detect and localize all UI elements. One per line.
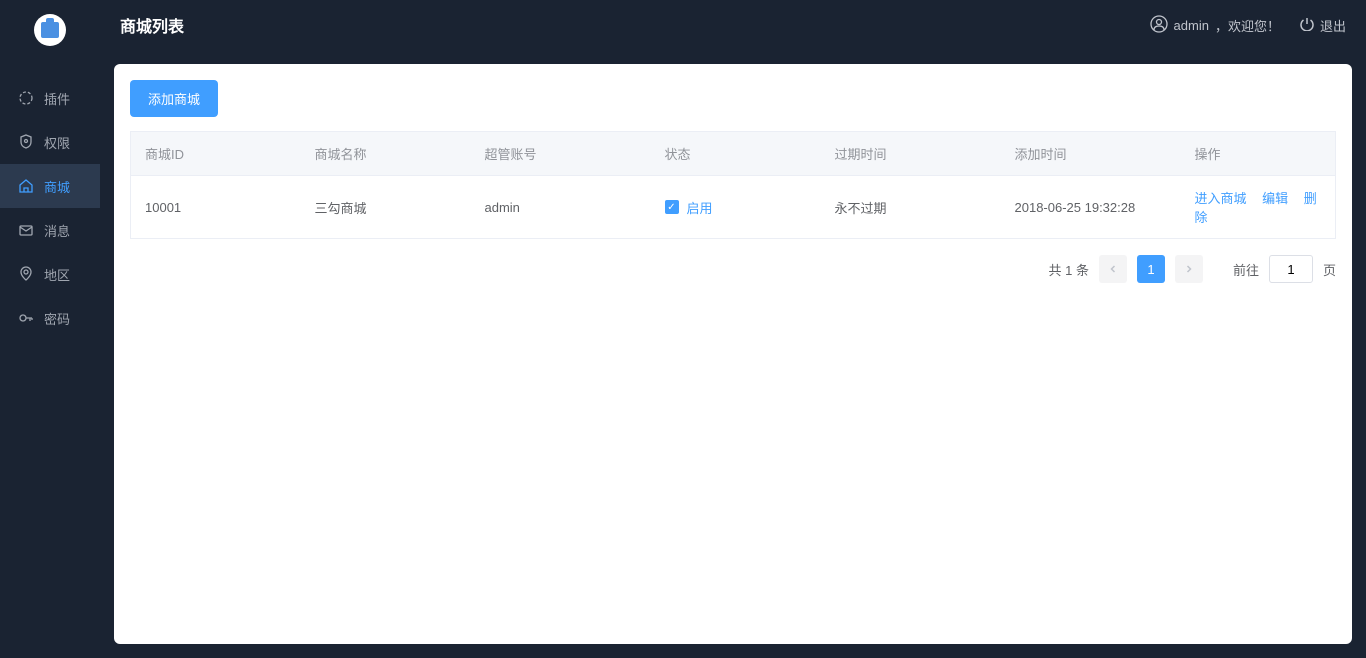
- location-icon: [18, 266, 34, 282]
- page-1-button[interactable]: 1: [1137, 255, 1165, 283]
- edit-link[interactable]: 编辑: [1262, 191, 1288, 206]
- header-right: admin ，欢迎您！ 退出: [1150, 15, 1346, 36]
- plugin-icon: [18, 90, 34, 106]
- status-checkbox[interactable]: ✓: [665, 200, 679, 214]
- next-page-button[interactable]: [1175, 255, 1203, 283]
- add-mall-button[interactable]: 添加商城: [130, 80, 218, 117]
- th-expire: 过期时间: [821, 132, 1001, 176]
- table-header-row: 商城ID 商城名称 超管账号 状态 过期时间 添加时间 操作: [131, 132, 1336, 176]
- cell-expire: 永不过期: [821, 176, 1001, 239]
- chevron-right-icon: [1184, 264, 1194, 274]
- sidebar-label: 消息: [44, 221, 70, 240]
- header: 商城列表 admin ，欢迎您！ 退出: [100, 0, 1366, 50]
- sidebar: 插件 权限 商城 消息 地区: [0, 0, 100, 658]
- th-action: 操作: [1181, 132, 1336, 176]
- sidebar-label: 密码: [44, 309, 70, 328]
- power-icon: [1300, 17, 1314, 34]
- sidebar-item-password[interactable]: 密码: [0, 296, 100, 340]
- sidebar-label: 插件: [44, 89, 70, 108]
- mall-table: 商城ID 商城名称 超管账号 状态 过期时间 添加时间 操作 10001 三勾商…: [130, 131, 1336, 239]
- card: 添加商城 商城ID 商城名称 超管账号 状态 过期时间 添加时间 操作: [114, 64, 1352, 644]
- sidebar-item-region[interactable]: 地区: [0, 252, 100, 296]
- th-addtime: 添加时间: [1001, 132, 1181, 176]
- th-account: 超管账号: [471, 132, 651, 176]
- page-input[interactable]: [1269, 255, 1313, 283]
- key-icon: [18, 310, 34, 326]
- welcome-text: ，欢迎您！: [1215, 16, 1280, 35]
- sidebar-label: 地区: [44, 265, 70, 284]
- cell-account: admin: [471, 176, 651, 239]
- username: admin: [1174, 18, 1209, 33]
- sidebar-item-mall[interactable]: 商城: [0, 164, 100, 208]
- chevron-left-icon: [1108, 264, 1118, 274]
- logo[interactable]: [34, 14, 66, 46]
- cell-actions: 进入商城 编辑 删除: [1181, 176, 1336, 239]
- user-info[interactable]: admin ，欢迎您！: [1150, 15, 1280, 36]
- user-icon: [1150, 15, 1168, 36]
- prev-page-button[interactable]: [1099, 255, 1127, 283]
- cell-name: 三勾商城: [301, 176, 471, 239]
- mail-icon: [18, 222, 34, 238]
- main: 商城列表 admin ，欢迎您！ 退出 添加商城: [100, 0, 1366, 658]
- cell-addtime: 2018-06-25 19:32:28: [1001, 176, 1181, 239]
- pagination-total: 共 1 条: [1049, 260, 1089, 279]
- page-title: 商城列表: [120, 13, 1150, 37]
- content-area: 添加商城 商城ID 商城名称 超管账号 状态 过期时间 添加时间 操作: [100, 50, 1366, 658]
- goto-suffix: 页: [1323, 260, 1336, 279]
- logout-label: 退出: [1320, 16, 1346, 35]
- sidebar-item-plugin[interactable]: 插件: [0, 76, 100, 120]
- th-id: 商城ID: [131, 132, 301, 176]
- sidebar-item-permission[interactable]: 权限: [0, 120, 100, 164]
- sidebar-label: 权限: [44, 133, 70, 152]
- bag-icon: [41, 22, 59, 38]
- shield-icon: [18, 134, 34, 150]
- nav-list: 插件 权限 商城 消息 地区: [0, 76, 100, 340]
- logout-button[interactable]: 退出: [1300, 16, 1346, 35]
- sidebar-label: 商城: [44, 177, 70, 196]
- table-row: 10001 三勾商城 admin ✓ 启用 永不过期 2018-06-25 19…: [131, 176, 1336, 239]
- status-text: 启用: [687, 198, 713, 217]
- cell-id: 10001: [131, 176, 301, 239]
- th-name: 商城名称: [301, 132, 471, 176]
- goto-prefix: 前往: [1233, 260, 1259, 279]
- pagination: 共 1 条 1 前往 页: [130, 255, 1336, 283]
- sidebar-item-message[interactable]: 消息: [0, 208, 100, 252]
- home-icon: [18, 178, 34, 194]
- enter-mall-link[interactable]: 进入商城: [1195, 191, 1247, 206]
- th-status: 状态: [651, 132, 821, 176]
- cell-status: ✓ 启用: [651, 176, 821, 239]
